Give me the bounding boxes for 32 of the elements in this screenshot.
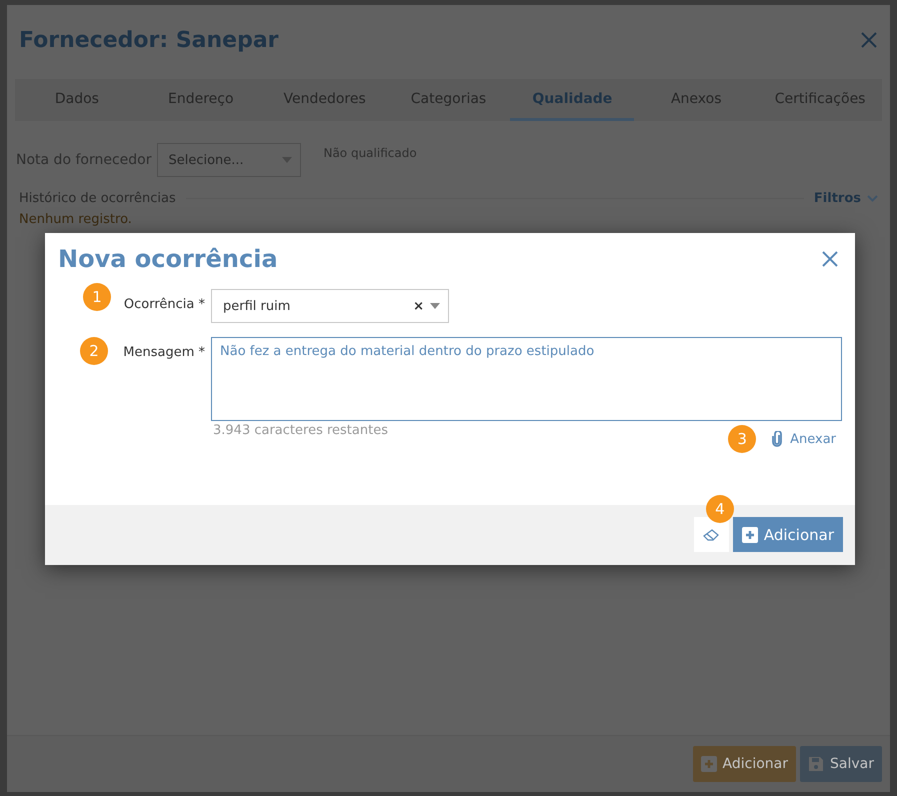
- close-icon[interactable]: [821, 250, 839, 268]
- empty-message: Nenhum registro.: [18, 211, 133, 229]
- select-field[interactable]: Selecione...: [157, 143, 302, 177]
- step-badge: 2: [80, 337, 108, 365]
- field-label: Mensagem *: [123, 345, 205, 362]
- occurrence-select[interactable]: perfil ruim ×: [211, 289, 449, 323]
- attach-link[interactable]: Anexar: [772, 431, 842, 447]
- step-badge: 3: [728, 425, 756, 453]
- message-field[interactable]: Não fez a entrega do material dentro do prazo estipulado: [211, 337, 842, 421]
- window-title: Fornecedor: Sanepar: [19, 28, 279, 52]
- caret-icon: [282, 157, 292, 163]
- plus-icon: [742, 526, 758, 542]
- close-icon[interactable]: [860, 31, 878, 49]
- eraser-icon: [703, 528, 720, 540]
- dialog-title: Nova ocorrência: [58, 245, 278, 273]
- plus-icon: [700, 756, 717, 772]
- save-button[interactable]: Salvar: [800, 746, 882, 782]
- tab[interactable]: Qualidade: [510, 79, 634, 121]
- caret-icon: [430, 303, 440, 309]
- filters-toggle[interactable]: Filtros: [814, 191, 878, 206]
- add-button[interactable]: Adicionar: [692, 746, 796, 782]
- eraser-button[interactable]: [694, 517, 729, 552]
- section-title: Histórico de ocorrências: [19, 191, 176, 206]
- step-badge: 1: [83, 283, 111, 311]
- select-value: perfil ruim: [223, 298, 292, 314]
- character-counter: 3.943 caracteres restantes: [213, 423, 388, 438]
- clear-button[interactable]: ×: [413, 298, 424, 314]
- step-badge: 4: [706, 495, 734, 523]
- add-button[interactable]: Adicionar: [732, 517, 843, 552]
- paperclip-icon: [772, 431, 782, 447]
- chevron-icon: [867, 195, 878, 202]
- field-label: Ocorrência *: [124, 297, 205, 314]
